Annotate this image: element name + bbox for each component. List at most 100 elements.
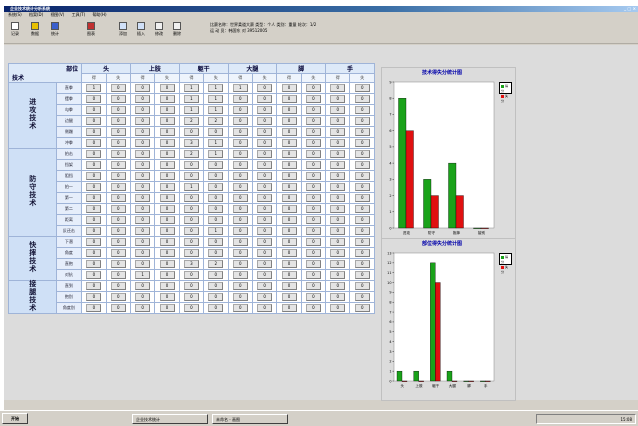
value-button[interactable]: 0 — [159, 161, 175, 169]
value-button[interactable]: 0 — [281, 282, 297, 290]
value-button[interactable]: 0 — [159, 271, 175, 279]
value-button[interactable]: 0 — [110, 172, 126, 180]
value-button[interactable]: 0 — [330, 95, 346, 103]
value-button[interactable]: 0 — [281, 106, 297, 114]
value-button[interactable]: 0 — [232, 139, 248, 147]
value-button[interactable]: 0 — [159, 249, 175, 257]
value-button[interactable]: 0 — [232, 216, 248, 224]
value-button[interactable]: 0 — [305, 238, 321, 246]
menu-view[interactable]: 视图(V) — [50, 12, 64, 17]
value-button[interactable]: 0 — [159, 205, 175, 213]
value-button[interactable]: 0 — [86, 238, 102, 246]
value-button[interactable]: 0 — [354, 293, 370, 301]
value-button[interactable]: 0 — [281, 216, 297, 224]
value-button[interactable]: 0 — [354, 128, 370, 136]
value-button[interactable]: 2 — [183, 150, 199, 158]
value-button[interactable]: 0 — [159, 106, 175, 114]
taskbar-app-stats[interactable]: 企业技术统计 — [132, 414, 208, 424]
value-button[interactable]: 0 — [110, 183, 126, 191]
value-button[interactable]: 2 — [208, 117, 224, 125]
value-button[interactable]: 0 — [86, 227, 102, 235]
value-button[interactable]: 0 — [159, 238, 175, 246]
value-button[interactable]: 0 — [232, 172, 248, 180]
value-button[interactable]: 0 — [281, 172, 297, 180]
value-button[interactable]: 0 — [257, 271, 273, 279]
value-button[interactable]: 0 — [232, 238, 248, 246]
value-button[interactable]: 0 — [281, 128, 297, 136]
value-button[interactable]: 0 — [354, 161, 370, 169]
value-button[interactable]: 0 — [135, 238, 151, 246]
value-button[interactable]: 0 — [330, 172, 346, 180]
value-button[interactable]: 1 — [208, 84, 224, 92]
value-button[interactable]: 0 — [305, 227, 321, 235]
value-button[interactable]: 0 — [208, 128, 224, 136]
value-button[interactable]: 0 — [330, 106, 346, 114]
value-button[interactable]: 0 — [110, 227, 126, 235]
value-button[interactable]: 0 — [257, 293, 273, 301]
value-button[interactable]: 0 — [305, 304, 321, 312]
value-button[interactable]: 0 — [183, 249, 199, 257]
value-button[interactable]: 0 — [354, 95, 370, 103]
value-button[interactable]: 0 — [305, 205, 321, 213]
value-button[interactable]: 0 — [232, 183, 248, 191]
value-button[interactable]: 0 — [257, 117, 273, 125]
value-button[interactable]: 0 — [257, 238, 273, 246]
value-button[interactable]: 0 — [305, 260, 321, 268]
value-button[interactable]: 0 — [330, 194, 346, 202]
value-button[interactable]: 0 — [183, 161, 199, 169]
menu-tools[interactable]: 工具(T) — [72, 12, 86, 17]
value-button[interactable]: 0 — [159, 172, 175, 180]
value-button[interactable]: 0 — [257, 139, 273, 147]
value-button[interactable]: 0 — [86, 172, 102, 180]
value-button[interactable]: 0 — [135, 139, 151, 147]
value-button[interactable]: 0 — [208, 238, 224, 246]
value-button[interactable]: 0 — [183, 271, 199, 279]
value-button[interactable]: 0 — [281, 205, 297, 213]
value-button[interactable]: 0 — [86, 128, 102, 136]
value-button[interactable]: 0 — [232, 271, 248, 279]
value-button[interactable]: 0 — [354, 106, 370, 114]
value-button[interactable]: 0 — [183, 194, 199, 202]
value-button[interactable]: 0 — [257, 84, 273, 92]
value-button[interactable]: 0 — [330, 84, 346, 92]
value-button[interactable]: 0 — [232, 194, 248, 202]
chart-button[interactable]: 图表 — [82, 20, 100, 42]
menu-archive[interactable]: 档案(D) — [29, 12, 43, 17]
value-button[interactable]: 0 — [110, 216, 126, 224]
value-button[interactable]: 0 — [86, 150, 102, 158]
value-button[interactable]: 0 — [232, 117, 248, 125]
value-button[interactable]: 0 — [183, 216, 199, 224]
value-button[interactable]: 0 — [86, 271, 102, 279]
value-button[interactable]: 0 — [281, 249, 297, 257]
value-button[interactable]: 0 — [354, 238, 370, 246]
value-button[interactable]: 0 — [183, 205, 199, 213]
value-button[interactable]: 0 — [354, 304, 370, 312]
value-button[interactable]: 0 — [281, 271, 297, 279]
value-button[interactable]: 0 — [86, 117, 102, 125]
value-button[interactable]: 0 — [159, 194, 175, 202]
value-button[interactable]: 0 — [110, 304, 126, 312]
taskbar-app-paint[interactable]: 未命名 - 画图 — [212, 414, 288, 424]
value-button[interactable]: 3 — [183, 260, 199, 268]
value-button[interactable]: 0 — [135, 227, 151, 235]
add-button[interactable]: 添加 — [114, 20, 132, 42]
value-button[interactable]: 0 — [281, 304, 297, 312]
value-button[interactable]: 0 — [354, 194, 370, 202]
value-button[interactable]: 0 — [281, 260, 297, 268]
value-button[interactable]: 0 — [110, 205, 126, 213]
value-button[interactable]: 0 — [86, 106, 102, 114]
value-button[interactable]: 0 — [86, 304, 102, 312]
value-button[interactable]: 0 — [305, 172, 321, 180]
value-button[interactable]: 0 — [330, 271, 346, 279]
value-button[interactable]: 0 — [135, 172, 151, 180]
value-button[interactable]: 0 — [135, 194, 151, 202]
start-button[interactable]: 开始 — [2, 413, 28, 424]
value-button[interactable]: 0 — [257, 128, 273, 136]
value-button[interactable]: 1 — [183, 84, 199, 92]
value-button[interactable]: 0 — [257, 95, 273, 103]
value-button[interactable]: 0 — [354, 139, 370, 147]
value-button[interactable]: 0 — [305, 249, 321, 257]
value-button[interactable]: 0 — [354, 271, 370, 279]
value-button[interactable]: 0 — [257, 282, 273, 290]
value-button[interactable]: 0 — [354, 249, 370, 257]
